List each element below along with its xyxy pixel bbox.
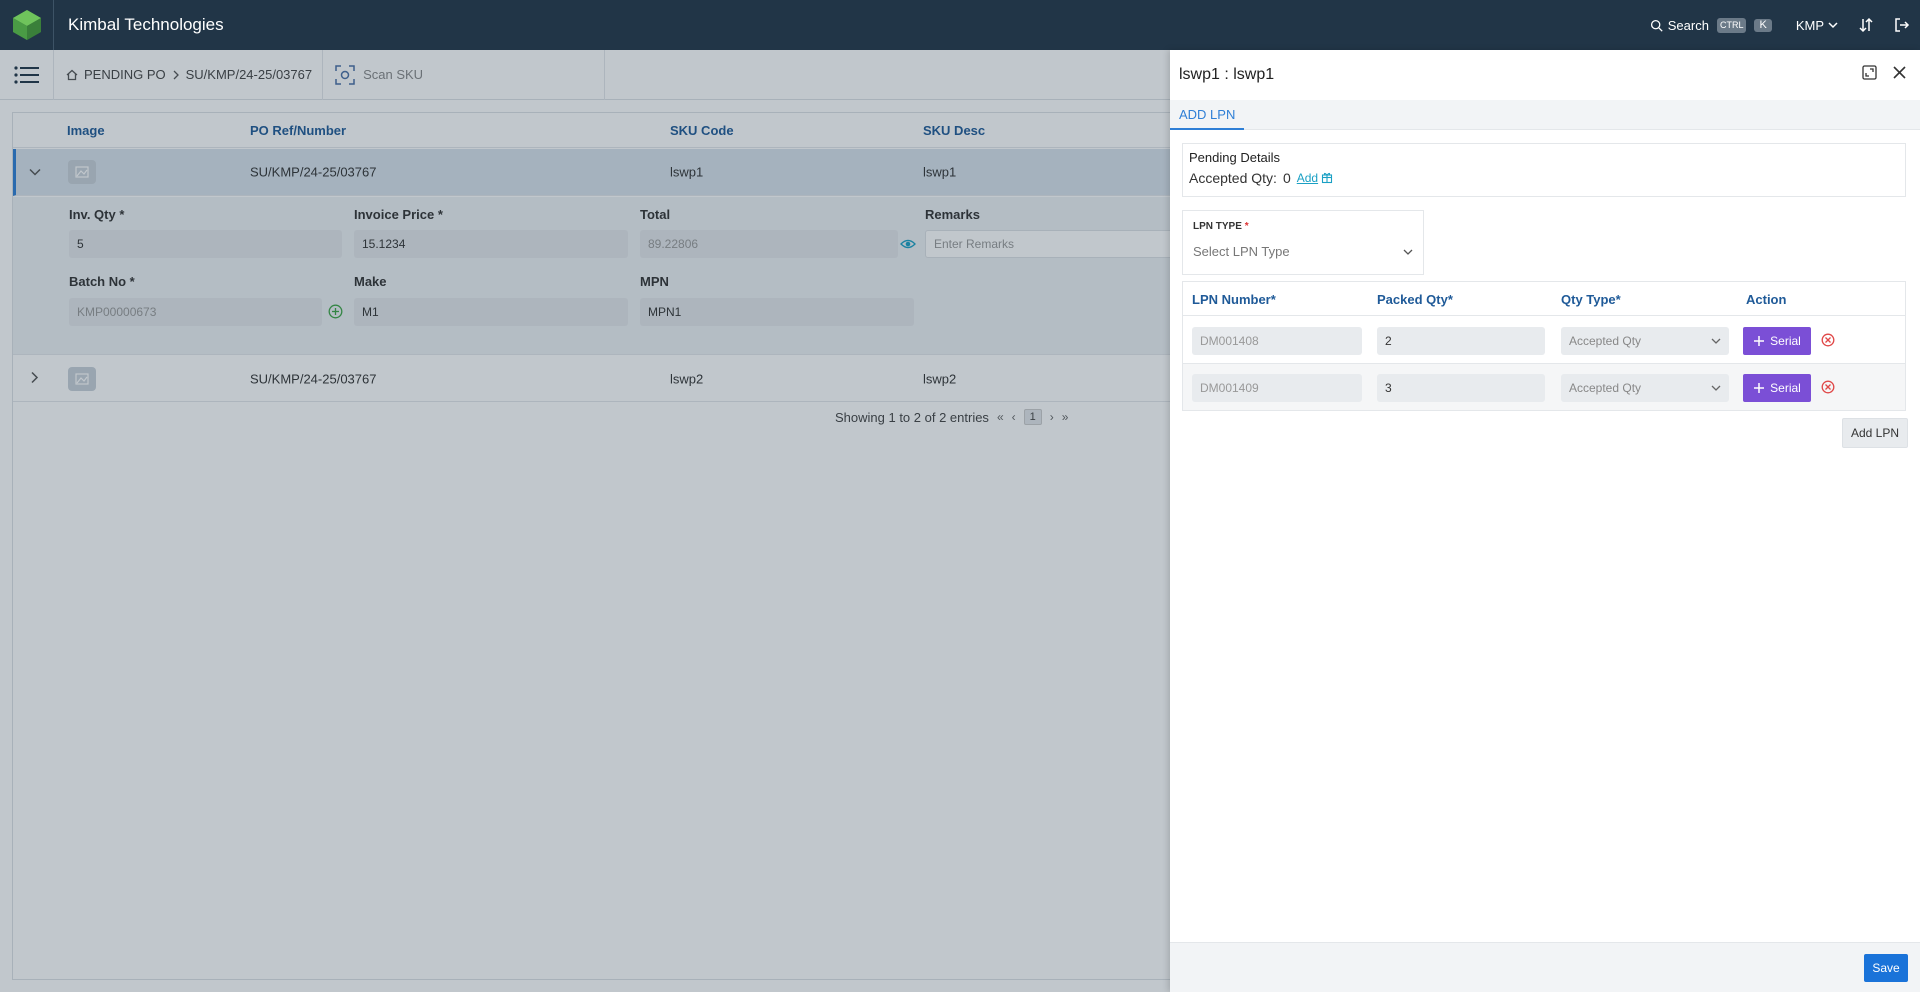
lpn-row: DM001408 2 Accepted Qty Serial xyxy=(1183,317,1905,364)
qty-type-value: Accepted Qty xyxy=(1569,381,1642,395)
tenant-selector[interactable]: KMP xyxy=(1796,18,1838,33)
accepted-qty-value: 0 xyxy=(1282,170,1291,186)
search-icon xyxy=(1650,19,1663,32)
lpn-type-label: LPN TYPE xyxy=(1193,221,1242,232)
drawer-header: lswp1 : lswp1 xyxy=(1170,50,1920,100)
serial-label: Serial xyxy=(1770,334,1801,348)
lpn-type-select[interactable]: LPN TYPE * Select LPN Type xyxy=(1182,210,1424,275)
pending-details-title: Pending Details xyxy=(1189,150,1281,165)
chevron-down-icon xyxy=(1828,22,1838,29)
required-marker: * xyxy=(1244,221,1249,232)
maximize-icon[interactable] xyxy=(1862,65,1877,85)
remove-row-icon[interactable] xyxy=(1821,380,1835,397)
serial-button[interactable]: Serial xyxy=(1743,374,1811,402)
lpn-type-placeholder: Select LPN Type xyxy=(1193,244,1290,259)
modal-backdrop[interactable] xyxy=(0,50,1170,992)
col-packed-qty: Packed Qty* xyxy=(1377,292,1453,307)
serial-button[interactable]: Serial xyxy=(1743,327,1811,355)
add-link[interactable]: Add xyxy=(1297,171,1333,185)
col-lpn-number: LPN Number* xyxy=(1192,292,1276,307)
kbd-ctrl: CTRL xyxy=(1716,17,1747,33)
chevron-down-icon xyxy=(1711,338,1721,344)
qty-type-select[interactable]: Accepted Qty xyxy=(1561,327,1729,355)
lpn-number-field: DM001409 xyxy=(1192,374,1362,402)
top-navbar: Kimbal Technologies Search CTRL K KMP xyxy=(0,0,1920,50)
tenant-label: KMP xyxy=(1795,17,1824,33)
logout-icon xyxy=(1895,18,1910,32)
chevron-down-icon xyxy=(1711,385,1721,391)
drawer-title: lswp1 : lswp1 xyxy=(1179,66,1275,83)
qty-type-select[interactable]: Accepted Qty xyxy=(1561,374,1729,402)
app-logo[interactable] xyxy=(0,0,54,50)
plus-icon xyxy=(1754,383,1765,393)
pending-details-card: Pending Details Accepted Qty: 0 Add xyxy=(1182,143,1906,197)
drawer-footer: Save xyxy=(1170,942,1920,992)
brand-name: Kimbal Technologies xyxy=(68,15,224,34)
plus-icon xyxy=(1754,336,1765,346)
search-label: Search xyxy=(1667,17,1709,33)
tab-add-lpn[interactable]: ADD LPN xyxy=(1170,100,1245,130)
kbd-k: K xyxy=(1754,18,1772,32)
close-icon[interactable] xyxy=(1893,66,1906,84)
add-link-label: Add xyxy=(1296,171,1319,185)
col-action: Action xyxy=(1746,292,1787,307)
packed-qty-input[interactable]: 2 xyxy=(1377,327,1545,355)
remove-row-icon[interactable] xyxy=(1821,333,1835,350)
package-icon xyxy=(1322,172,1333,184)
logo-icon xyxy=(12,10,41,40)
lpn-grid-header: LPN Number* Packed Qty* Qty Type* Action xyxy=(1183,282,1905,316)
col-qty-type: Qty Type* xyxy=(1561,292,1621,307)
add-lpn-button[interactable]: Add LPN xyxy=(1842,418,1908,448)
add-lpn-drawer: lswp1 : lswp1 ADD LPN Pending Details Ac… xyxy=(1170,50,1920,992)
serial-label: Serial xyxy=(1770,381,1801,395)
sort-icon xyxy=(1859,17,1873,33)
qty-type-value: Accepted Qty xyxy=(1569,334,1642,348)
sort-button[interactable] xyxy=(1848,0,1884,50)
lpn-row: DM001409 3 Accepted Qty Serial xyxy=(1183,364,1905,411)
drawer-tabs: ADD LPN xyxy=(1170,100,1920,130)
logout-button[interactable] xyxy=(1884,0,1920,50)
lpn-number-field: DM001408 xyxy=(1192,327,1362,355)
lpn-grid: LPN Number* Packed Qty* Qty Type* Action… xyxy=(1182,281,1906,411)
packed-qty-input[interactable]: 3 xyxy=(1377,374,1545,402)
accepted-qty-label: Accepted Qty: xyxy=(1189,170,1277,186)
global-search-button[interactable]: Search CTRL K xyxy=(1650,17,1772,33)
chevron-down-icon xyxy=(1403,249,1413,255)
save-button[interactable]: Save xyxy=(1864,954,1908,982)
